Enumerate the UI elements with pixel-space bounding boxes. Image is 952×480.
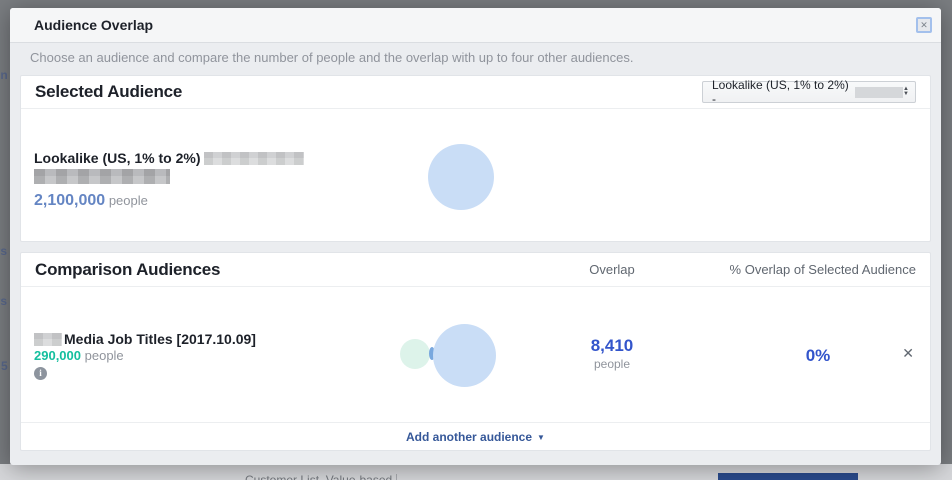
comparison-audience-info: Media Job Titles [2017.10.09] 290,000 pe… (34, 331, 374, 381)
overlap-percentage: 0% (768, 346, 868, 366)
redacted-text (855, 87, 903, 98)
selected-audience-info: Lookalike (US, 1% to 2%) 2,100,000 peopl… (34, 150, 394, 210)
info-icon[interactable]: i (34, 367, 47, 380)
selected-audience-venn-circle (433, 324, 496, 387)
comparison-audiences-card: Comparison Audiences Overlap % Overlap o… (20, 252, 931, 451)
comparison-audience-circle (400, 339, 430, 369)
instruction-text: Choose an audience and compare the numbe… (30, 50, 931, 65)
redacted-text (34, 169, 170, 184)
selected-audience-count: 2,100,000 (34, 192, 105, 209)
redacted-text (34, 333, 62, 346)
background-fragment: ers (0, 244, 7, 258)
selected-audience-header-row: Selected Audience Lookalike (US, 1% to 2… (21, 76, 930, 109)
comparison-audience-count-unit: people (85, 348, 124, 363)
remove-audience-button[interactable]: ✕ (900, 343, 916, 364)
background-button (718, 473, 858, 480)
comparison-footer: Add another audience ▼ (21, 423, 930, 451)
audience-overlap-dialog: Audience Overlap ✕ Choose an audience an… (10, 8, 941, 465)
selected-audience-heading: Selected Audience (35, 82, 182, 102)
comparison-audience-name: Media Job Titles [2017.10.09] (64, 331, 256, 347)
background-row-text: Customer List, Value-based (245, 473, 392, 480)
select-arrows-icon: ▲ ▼ (903, 87, 909, 97)
dialog-title-bar: Audience Overlap ✕ (10, 8, 941, 43)
redacted-text (204, 152, 304, 165)
dialog-title: Audience Overlap (34, 17, 153, 33)
overlap-count-unit: people (562, 357, 662, 371)
pct-overlap-column-header: % Overlap of Selected Audience (730, 262, 916, 277)
background-fragment: on (0, 68, 8, 82)
selected-audience-count-unit: people (109, 193, 148, 208)
background-fragment: ers (0, 294, 7, 308)
close-icon: ✕ (920, 20, 928, 30)
close-button[interactable]: ✕ (916, 17, 932, 33)
dialog-body: Choose an audience and compare the numbe… (10, 50, 941, 451)
background-bottom-band: Customer List, Value-based (0, 464, 952, 480)
add-audience-link[interactable]: Add another audience ▼ (406, 430, 545, 444)
chevron-down-icon: ▼ (537, 433, 545, 442)
overlap-column-header: Overlap (562, 262, 662, 277)
selected-audience-content: Lookalike (US, 1% to 2%) 2,100,000 peopl… (21, 109, 930, 241)
remove-icon: ✕ (902, 345, 914, 361)
dropdown-value: Lookalike (US, 1% to 2%) - (712, 78, 851, 106)
background-column-divider (396, 474, 397, 480)
comparison-row: Media Job Titles [2017.10.09] 290,000 pe… (21, 287, 930, 423)
selected-audience-circle (428, 144, 494, 210)
selected-audience-name: Lookalike (US, 1% to 2%) (34, 150, 200, 166)
overlap-value-block: 8,410 people (562, 336, 662, 371)
selected-audience-dropdown[interactable]: Lookalike (US, 1% to 2%) - ▲ ▼ (702, 81, 916, 103)
comparison-header-row: Comparison Audiences Overlap % Overlap o… (21, 253, 930, 287)
background-fragment: 5 (1, 359, 8, 373)
comparison-heading: Comparison Audiences (35, 260, 220, 280)
selected-audience-card: Selected Audience Lookalike (US, 1% to 2… (20, 75, 931, 242)
comparison-audience-count: 290,000 (34, 348, 81, 363)
overlap-count: 8,410 (562, 336, 662, 356)
